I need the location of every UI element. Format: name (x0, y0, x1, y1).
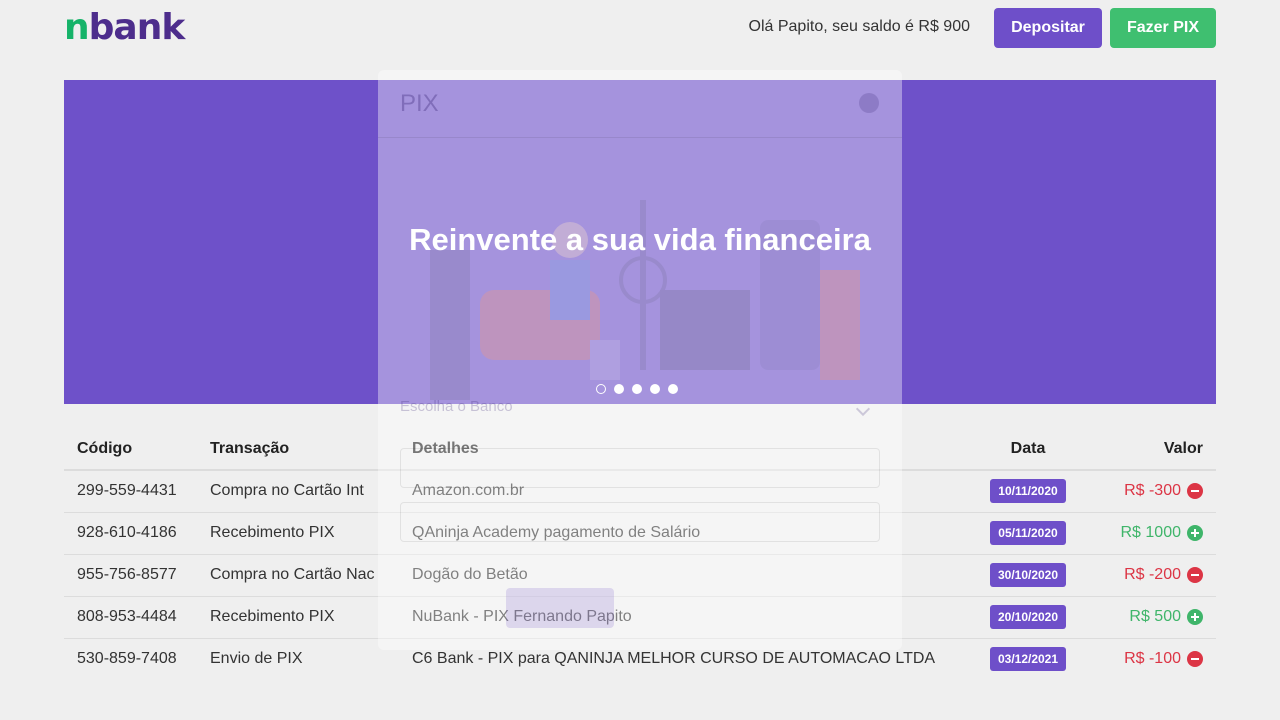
plus-circle-icon (1187, 525, 1203, 541)
chevron-down-icon (855, 401, 871, 417)
cell-value: R$ -100 (1086, 638, 1216, 680)
app-header: nbank Olá Papito, seu saldo é R$ 900 Dep… (0, 0, 1280, 56)
bank-select[interactable]: Escolha o Banco (400, 398, 880, 432)
close-icon[interactable] (859, 93, 879, 113)
cell-transaction: Envio de PIX (210, 650, 303, 668)
value-amount: R$ -100 (1124, 650, 1203, 668)
header-transaction: Transação (197, 428, 399, 471)
date-badge: 20/10/2020 (989, 605, 1067, 629)
cell-transaction: Recebimento PIX (197, 596, 399, 639)
make-pix-button[interactable]: Fazer PIX (1110, 8, 1216, 48)
cell-code: 808-953-4484 (64, 596, 197, 639)
value-text: R$ 1000 (1120, 524, 1182, 541)
cell-code: 928-610-4186 (64, 512, 197, 555)
value-amount: R$ -300 (1124, 482, 1203, 500)
header-date: Data (970, 428, 1086, 471)
header-code: Código (64, 428, 197, 471)
value-amount: R$ 500 (1129, 608, 1203, 626)
value-amount: R$ 1000 (1120, 524, 1203, 542)
cell-value: R$ 500 (1086, 596, 1216, 639)
cell-transaction: Recebimento PIX (197, 512, 399, 555)
cell-value: R$ -300 (1086, 470, 1216, 513)
value-text: R$ 500 (1129, 608, 1181, 625)
balance-greeting: Olá Papito, seu saldo é R$ 900 (748, 18, 970, 35)
cell-transaction: Compra no Cartão Nac (197, 554, 399, 597)
value-text: R$ -300 (1124, 482, 1181, 500)
date-badge: 05/11/2020 (990, 521, 1066, 545)
date-badge: 03/12/2021 (989, 647, 1067, 672)
cell-value: R$ 1000 (1086, 512, 1216, 555)
cell-code: 299-559-4431 (64, 470, 197, 513)
pix-modal: PIX Escolha o Banco (378, 70, 902, 650)
deposit-button[interactable]: Depositar (994, 8, 1102, 48)
cell-date: 03/12/2021 (970, 638, 1086, 680)
cell-date: 10/11/2020 (970, 470, 1086, 513)
pix-key-input[interactable] (400, 448, 880, 488)
value-text: R$ -200 (1124, 566, 1181, 583)
nbank-logo[interactable]: nbank (64, 8, 185, 48)
date-badge: 10/11/2020 (990, 479, 1066, 504)
minus-circle-icon (1187, 483, 1203, 500)
bank-select-placeholder: Escolha o Banco (400, 398, 513, 415)
header-value: Valor (1086, 428, 1216, 471)
cell-date: 05/11/2020 (970, 512, 1086, 555)
date-badge: 30/10/2020 (989, 563, 1067, 587)
cell-value: R$ -200 (1086, 554, 1216, 597)
cell-transaction: Compra no Cartão Int (197, 470, 399, 513)
pix-submit-button[interactable] (506, 588, 614, 628)
plus-circle-icon (1187, 609, 1203, 625)
cell-code: 530-859-7408 (77, 650, 177, 668)
modal-header: PIX (378, 70, 902, 138)
value-text: R$ -100 (1124, 650, 1181, 668)
pix-amount-input[interactable] (400, 502, 880, 542)
cell-date: 30/10/2020 (970, 554, 1086, 597)
value-amount: R$ -200 (1124, 566, 1203, 584)
modal-title: PIX (400, 90, 439, 117)
cell-date: 20/10/2020 (970, 596, 1086, 639)
cell-code: 955-756-8577 (64, 554, 197, 597)
minus-circle-icon (1187, 651, 1203, 668)
minus-circle-icon (1187, 567, 1203, 583)
